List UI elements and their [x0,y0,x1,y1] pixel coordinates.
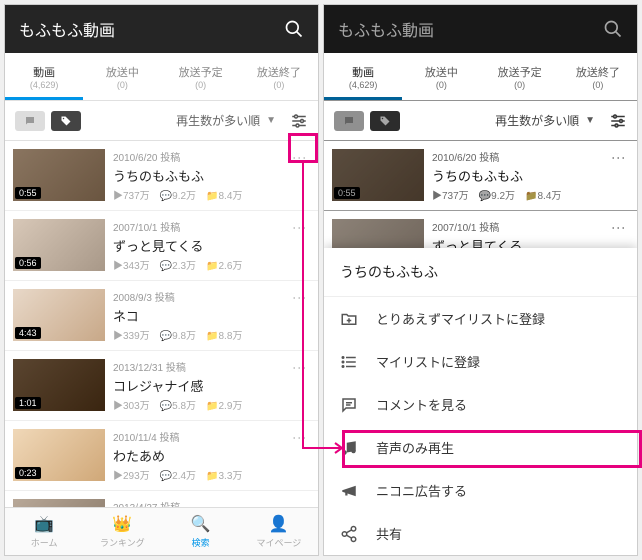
tab-video[interactable]: 動画(4,629) [324,53,402,100]
video-item[interactable]: 4:43 2008/9/3 投稿 ネコ ▶339万💬9.8万📁8.8万 ⋮ [5,281,318,351]
phone-right: もふもふ動画 動画(4,629) 放送中(0) 放送予定(0) 放送終了(0) … [323,4,638,556]
nav-search[interactable]: 🔍検索 [162,508,240,555]
share-icon [340,525,360,543]
thumbnail[interactable]: 1:01 [13,359,105,411]
crown-icon: 👑 [112,514,132,534]
video-item[interactable]: 0:23 2010/11/4 投稿 わたあめ ▶293万💬2.4万📁3.3万 ⋮ [5,421,318,491]
sheet-share[interactable]: 共有 [324,512,637,555]
chip-tag-icon[interactable] [51,111,81,131]
thumbnail[interactable]: 4:43 [13,289,105,341]
dropdown-icon[interactable]: ▼ [266,115,276,126]
sheet-add-mylist[interactable]: マイリストに登録 [324,340,637,383]
more-icon[interactable]: ⋮ [290,289,310,342]
thumbnail[interactable]: 0:55 [13,149,105,201]
tab-scheduled[interactable]: 放送予定(0) [481,53,559,100]
video-item[interactable]: 0:56 2007/10/1 投稿 ずっと見てくる ▶343万💬2.3万📁2.6… [5,211,318,281]
phone-left: もふもふ動画 動画(4,629) 放送中(0) 放送予定(0) 放送終了(0) … [4,4,319,556]
more-icon[interactable]: ⋮ [609,149,629,202]
filter-icon[interactable] [609,112,627,130]
user-icon: 👤 [269,514,289,534]
video-item[interactable]: 1:01 2013/12/31 投稿 コレジャナイ感 ▶303万💬5.8万📁2.… [5,351,318,421]
chip-comment-icon[interactable] [15,111,45,131]
video-item[interactable]: 0:55 2010/6/20 投稿 うちのもふもふ ▶737万💬9.2万📁8.4… [324,141,637,211]
action-sheet: うちのもふもふ とりあえずマイリストに登録 マイリストに登録 コメントを見る 音… [324,248,637,555]
nav-mypage[interactable]: 👤マイページ [240,508,318,555]
more-icon[interactable]: ⋮ [290,219,310,272]
tv-icon: 📺 [34,514,54,534]
search-icon[interactable] [603,19,623,39]
bottom-nav: 📺ホーム 👑ランキング 🔍検索 👤マイページ [5,507,318,555]
sheet-add-temp-mylist[interactable]: とりあえずマイリストに登録 [324,297,637,340]
more-icon[interactable]: ⋮ [290,359,310,412]
more-icon[interactable]: ⋮ [290,429,310,482]
nav-ranking[interactable]: 👑ランキング [83,508,161,555]
filter-icon[interactable] [290,112,308,130]
video-list: 0:55 2010/6/20 投稿 うちのもふもふ ▶737万💬9.2万📁8.4… [5,141,318,509]
video-title: うちのもふもふ [113,166,282,185]
tab-ended[interactable]: 放送終了(0) [240,53,318,100]
video-date: 2010/6/20 投稿 [113,149,282,164]
chip-tag-icon[interactable] [370,111,400,131]
sheet-audio-only[interactable]: 音声のみ再生 [324,426,637,469]
music-icon [340,439,360,457]
thumbnail[interactable]: 0:56 [13,219,105,271]
nav-home[interactable]: 📺ホーム [5,508,83,555]
tab-scheduled[interactable]: 放送予定(0) [162,53,240,100]
sheet-title: うちのもふもふ [324,248,637,297]
list-icon [340,353,360,371]
tabs: 動画(4,629) 放送中(0) 放送予定(0) 放送終了(0) [5,53,318,101]
folder-plus-icon [340,310,360,328]
filter-row: 再生数が多い順 ▼ [5,101,318,141]
tab-live[interactable]: 放送中(0) [83,53,161,100]
megaphone-icon [340,482,360,500]
thumbnail[interactable]: 0:23 [13,429,105,481]
dropdown-icon[interactable]: ▼ [585,115,595,126]
tab-video[interactable]: 動画(4,629) [5,53,83,100]
search-icon: 🔍 [191,514,211,534]
header-title: もふもふ動画 [19,17,115,41]
search-icon[interactable] [284,19,304,39]
sheet-niconi-ad[interactable]: ニコニ広告する [324,469,637,512]
sort-label[interactable]: 再生数が多い順 [176,112,260,129]
more-icon[interactable]: ⋮ [290,149,310,202]
header: もふもふ動画 [324,5,637,53]
sheet-view-comments[interactable]: コメントを見る [324,383,637,426]
tabs: 動画(4,629) 放送中(0) 放送予定(0) 放送終了(0) [324,53,637,101]
tab-live[interactable]: 放送中(0) [402,53,480,100]
chip-comment-icon[interactable] [334,111,364,131]
header: もふもふ動画 [5,5,318,53]
video-stats: ▶737万💬9.2万📁8.4万 [113,187,282,202]
filter-row: 再生数が多い順 ▼ [324,101,637,141]
video-item[interactable]: 0:55 2010/6/20 投稿 うちのもふもふ ▶737万💬9.2万📁8.4… [5,141,318,211]
comment-icon [340,396,360,414]
tab-ended[interactable]: 放送終了(0) [559,53,637,100]
